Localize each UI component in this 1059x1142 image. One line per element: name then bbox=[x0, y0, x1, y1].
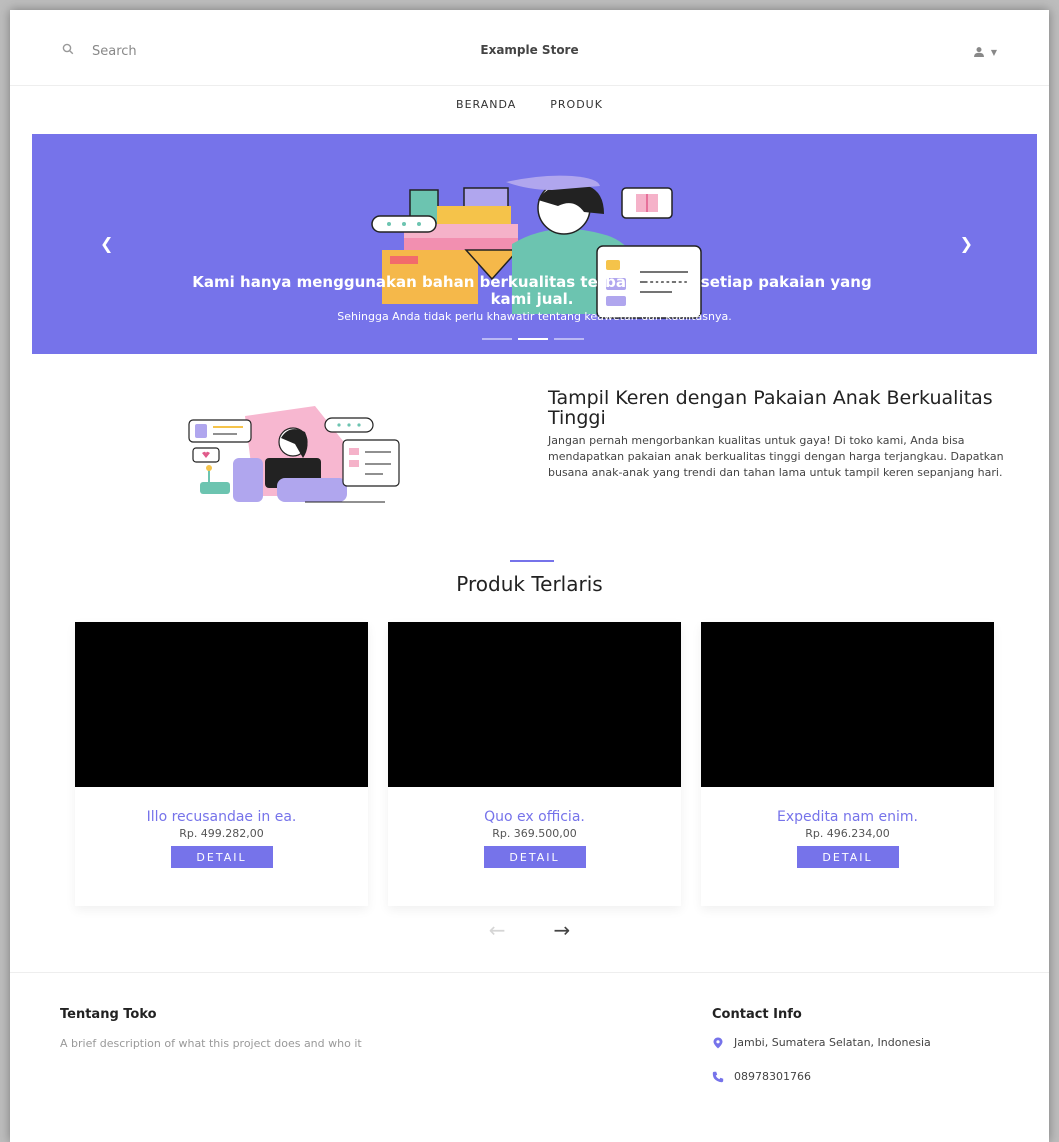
user-menu[interactable]: ▼ bbox=[973, 43, 997, 62]
chevron-left-icon: ❮ bbox=[100, 234, 114, 253]
user-icon bbox=[973, 43, 985, 62]
product-name[interactable]: Illo recusandae in ea. bbox=[75, 809, 368, 825]
hero-title: Kami hanya menggunakan bahan berkualitas… bbox=[192, 273, 872, 308]
section-divider bbox=[510, 560, 554, 562]
hero-carousel: ❮ ❯ Kami hanya menggunakan bahan berkual… bbox=[32, 134, 1037, 354]
carousel-next-button[interactable]: ❯ bbox=[960, 234, 973, 253]
chevron-down-icon: ▼ bbox=[990, 48, 997, 57]
product-card: Illo recusandae in ea. Rp. 499.282,00 DE… bbox=[75, 622, 368, 906]
product-price: Rp. 496.234,00 bbox=[805, 827, 890, 840]
contact-address: Jambi, Sumatera Selatan, Indonesia bbox=[712, 1036, 984, 1053]
footer-contact-title: Contact Info bbox=[712, 1007, 802, 1022]
top-bar: Search Example Store ▼ bbox=[10, 10, 1049, 86]
detail-button[interactable]: DETAIL bbox=[483, 846, 586, 868]
products-title: Produk Terlaris bbox=[456, 572, 603, 596]
about-title: Tampil Keren dengan Pakaian Anak Berkual… bbox=[548, 387, 993, 429]
arrow-left-icon[interactable]: ← bbox=[489, 918, 506, 942]
about-illustration bbox=[188, 406, 400, 503]
product-image[interactable] bbox=[388, 622, 681, 787]
product-card: Quo ex officia. Rp. 369.500,00 DETAIL bbox=[388, 622, 681, 906]
product-image[interactable] bbox=[701, 622, 994, 787]
arrow-right-icon[interactable]: → bbox=[554, 918, 571, 942]
main-nav: BERANDA PRODUK bbox=[10, 98, 1049, 111]
product-name[interactable]: Quo ex officia. bbox=[388, 809, 681, 825]
hero-subtitle: Sehingga Anda tidak perlu khawatir tenta… bbox=[337, 310, 732, 323]
carousel-prev-button[interactable]: ❮ bbox=[100, 234, 113, 253]
product-list: Illo recusandae in ea. Rp. 499.282,00 DE… bbox=[75, 622, 994, 906]
contact-phone: 08978301766 bbox=[712, 1070, 811, 1087]
page-frame: Search Example Store ▼ BERANDA PRODUK ❮ … bbox=[10, 10, 1049, 1142]
product-price: Rp. 499.282,00 bbox=[179, 827, 264, 840]
carousel-indicator[interactable] bbox=[482, 338, 512, 340]
contact-address-text: Jambi, Sumatera Selatan, Indonesia bbox=[734, 1036, 931, 1049]
product-name[interactable]: Expedita nam enim. bbox=[701, 809, 994, 825]
about-body: Jangan pernah mengorbankan kualitas untu… bbox=[548, 434, 1004, 479]
product-card: Expedita nam enim. Rp. 496.234,00 DETAIL bbox=[701, 622, 994, 906]
nav-item-produk[interactable]: PRODUK bbox=[550, 98, 603, 111]
nav-item-beranda[interactable]: BERANDA bbox=[456, 98, 516, 111]
footer-divider bbox=[10, 972, 1049, 973]
footer-about-title: Tentang Toko bbox=[60, 1007, 157, 1022]
product-price: Rp. 369.500,00 bbox=[492, 827, 577, 840]
product-image[interactable] bbox=[75, 622, 368, 787]
contact-phone-text: 08978301766 bbox=[734, 1070, 811, 1083]
detail-button[interactable]: DETAIL bbox=[170, 846, 273, 868]
product-pager: ← → bbox=[10, 918, 1049, 942]
store-brand[interactable]: Example Store bbox=[10, 43, 1049, 57]
detail-button[interactable]: DETAIL bbox=[796, 846, 899, 868]
carousel-indicators bbox=[482, 338, 584, 340]
carousel-indicator[interactable] bbox=[554, 338, 584, 340]
footer-about-text: A brief description of what this project… bbox=[60, 1037, 362, 1050]
location-pin-icon bbox=[712, 1036, 724, 1053]
phone-icon bbox=[712, 1070, 724, 1087]
chevron-right-icon: ❯ bbox=[959, 234, 973, 253]
carousel-indicator-active[interactable] bbox=[518, 338, 548, 340]
